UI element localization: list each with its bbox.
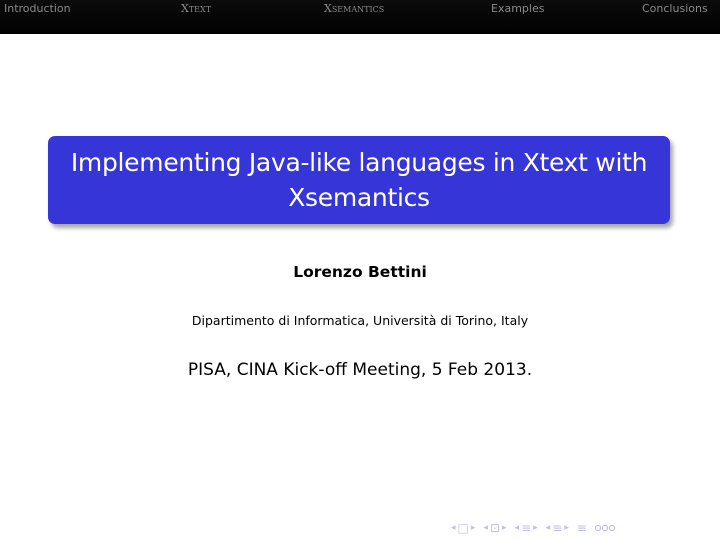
nav-examples[interactable]: Examples [491,2,544,15]
author: Lorenzo Bettini [293,263,427,281]
section-nav-icon[interactable]: ≡ [521,522,531,534]
presentation-title: Implementing Java-like languages in Xtex… [70,148,648,212]
subsection-prev-icon[interactable]: ◂ [483,522,488,534]
section-next-icon[interactable]: ▸ [533,522,538,534]
document-prev-icon[interactable]: ◂ [546,522,551,534]
subsection-next-icon[interactable]: ▸ [502,522,507,534]
frame-nav: ◂ □ ▸ [450,522,476,534]
beamer-navigation-symbols: ◂ □ ▸ ◂ ⊡ ▸ ◂ ≡ ▸ ◂ ≡ ▸ ≡ [450,520,622,536]
section-nav: ◂ ≡ ▸ [514,522,539,534]
subsection-nav-icon[interactable]: ⊡ [490,522,500,534]
search-icon[interactable] [594,523,616,533]
document-next-icon[interactable]: ▸ [564,522,569,534]
nav-introduction[interactable]: Introduction [4,2,71,15]
search-nav [594,523,616,533]
title-box: Implementing Java-like languages in Xtex… [48,136,670,224]
doc-nav: ◂ ≡ ▸ [545,522,570,534]
nav-xsemantics[interactable]: Xsemantics [324,2,384,15]
appendix-icon[interactable]: ≡ [577,522,587,534]
subsection-nav: ◂ ⊡ ▸ [482,522,507,534]
document-nav-icon[interactable]: ≡ [552,522,562,534]
frame-prev-icon[interactable]: ◂ [451,522,456,534]
section-prev-icon[interactable]: ◂ [515,522,520,534]
frame-nav-icon[interactable]: □ [458,522,469,534]
date-venue: PISA, CINA Kick-off Meeting, 5 Feb 2013. [187,360,533,380]
misc-nav: ≡ [576,522,588,534]
navigation-bar: Introduction Xtext Xsemantics Examples C… [0,0,720,34]
frame-next-icon[interactable]: ▸ [471,522,476,534]
nav-xtext[interactable]: Xtext [181,2,211,15]
nav-conclusions[interactable]: Conclusions [642,2,708,15]
institute: Dipartimento di Informatica, Università … [191,313,529,328]
